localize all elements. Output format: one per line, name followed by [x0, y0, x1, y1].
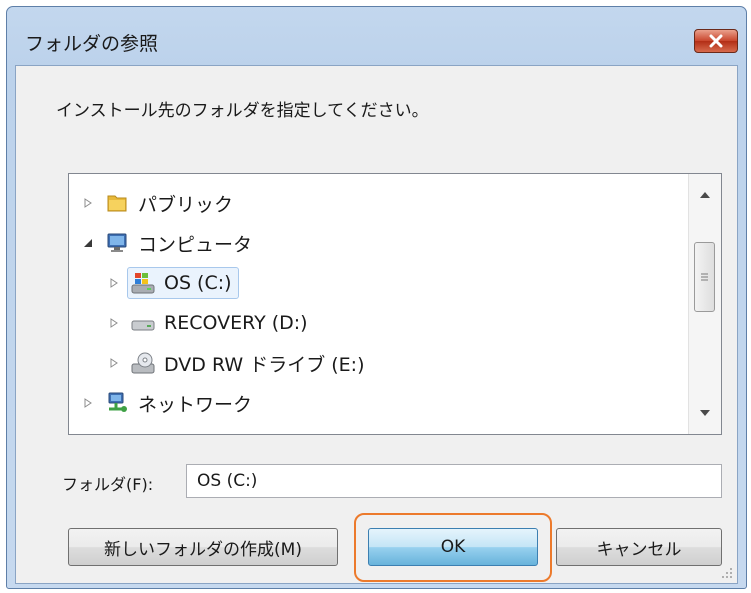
cancel-button[interactable]: キャンセル — [556, 528, 722, 566]
folder-icon — [104, 190, 130, 216]
expand-arrow-icon[interactable] — [107, 316, 121, 330]
tree-scrollbar[interactable] — [688, 174, 721, 434]
resize-grip-icon[interactable] — [721, 567, 733, 579]
new-folder-button[interactable]: 新しいフォルダの作成(M) — [68, 528, 338, 566]
tree-item-network[interactable]: ネットワーク — [81, 386, 259, 420]
expand-arrow-icon[interactable] — [81, 396, 95, 410]
tree-item-label: パブリック — [138, 193, 234, 216]
tree-item-public[interactable]: パブリック — [81, 186, 240, 220]
windows-drive-icon — [130, 270, 156, 296]
expand-arrow-icon[interactable] — [107, 356, 121, 370]
close-icon — [709, 34, 723, 48]
folder-path-input[interactable] — [186, 464, 722, 498]
ok-button[interactable]: OK — [368, 528, 538, 566]
tree-item-label: DVD RW ドライブ (E:) — [164, 353, 365, 376]
dialog-title: フォルダの参照 — [25, 33, 159, 55]
instruction-text: インストール先のフォルダを指定してください。 — [56, 101, 429, 121]
dvd-drive-icon — [130, 350, 156, 376]
computer-icon — [104, 230, 130, 256]
dialog-window: フォルダの参照 インストール先のフォルダを指定してください。 パブリック コンピ… — [6, 6, 747, 589]
tree-item-dvd-e[interactable]: DVD RW ドライブ (E:) — [107, 346, 372, 380]
scroll-down-arrow-icon[interactable] — [689, 402, 721, 424]
tree-item-label: ネットワーク — [138, 393, 253, 416]
tree-item-os-c[interactable]: OS (C:) — [107, 266, 239, 300]
grip-lines-icon — [701, 273, 708, 281]
scroll-thumb[interactable] — [694, 242, 715, 312]
tree-item-label: OS (C:) — [164, 272, 232, 294]
network-icon — [104, 390, 130, 416]
scroll-up-arrow-icon[interactable] — [689, 184, 721, 206]
tree-item-label: RECOVERY (D:) — [164, 312, 308, 334]
tree-item-computer[interactable]: コンピュータ — [81, 226, 259, 260]
expand-arrow-icon[interactable] — [107, 276, 121, 290]
close-button[interactable] — [694, 29, 738, 53]
hard-drive-icon — [130, 310, 156, 336]
expand-arrow-icon[interactable] — [81, 196, 95, 210]
folder-tree[interactable]: パブリック コンピュータ OS (C:) RECOVERY (D:) DVD R… — [68, 173, 722, 435]
folder-field-label: フォルダ(F): — [62, 475, 154, 494]
dialog-client-area: インストール先のフォルダを指定してください。 パブリック コンピュータ OS (… — [15, 65, 738, 584]
tree-item-recovery-d[interactable]: RECOVERY (D:) — [107, 306, 315, 340]
tree-item-label: コンピュータ — [138, 233, 253, 256]
collapse-arrow-icon[interactable] — [81, 236, 95, 250]
